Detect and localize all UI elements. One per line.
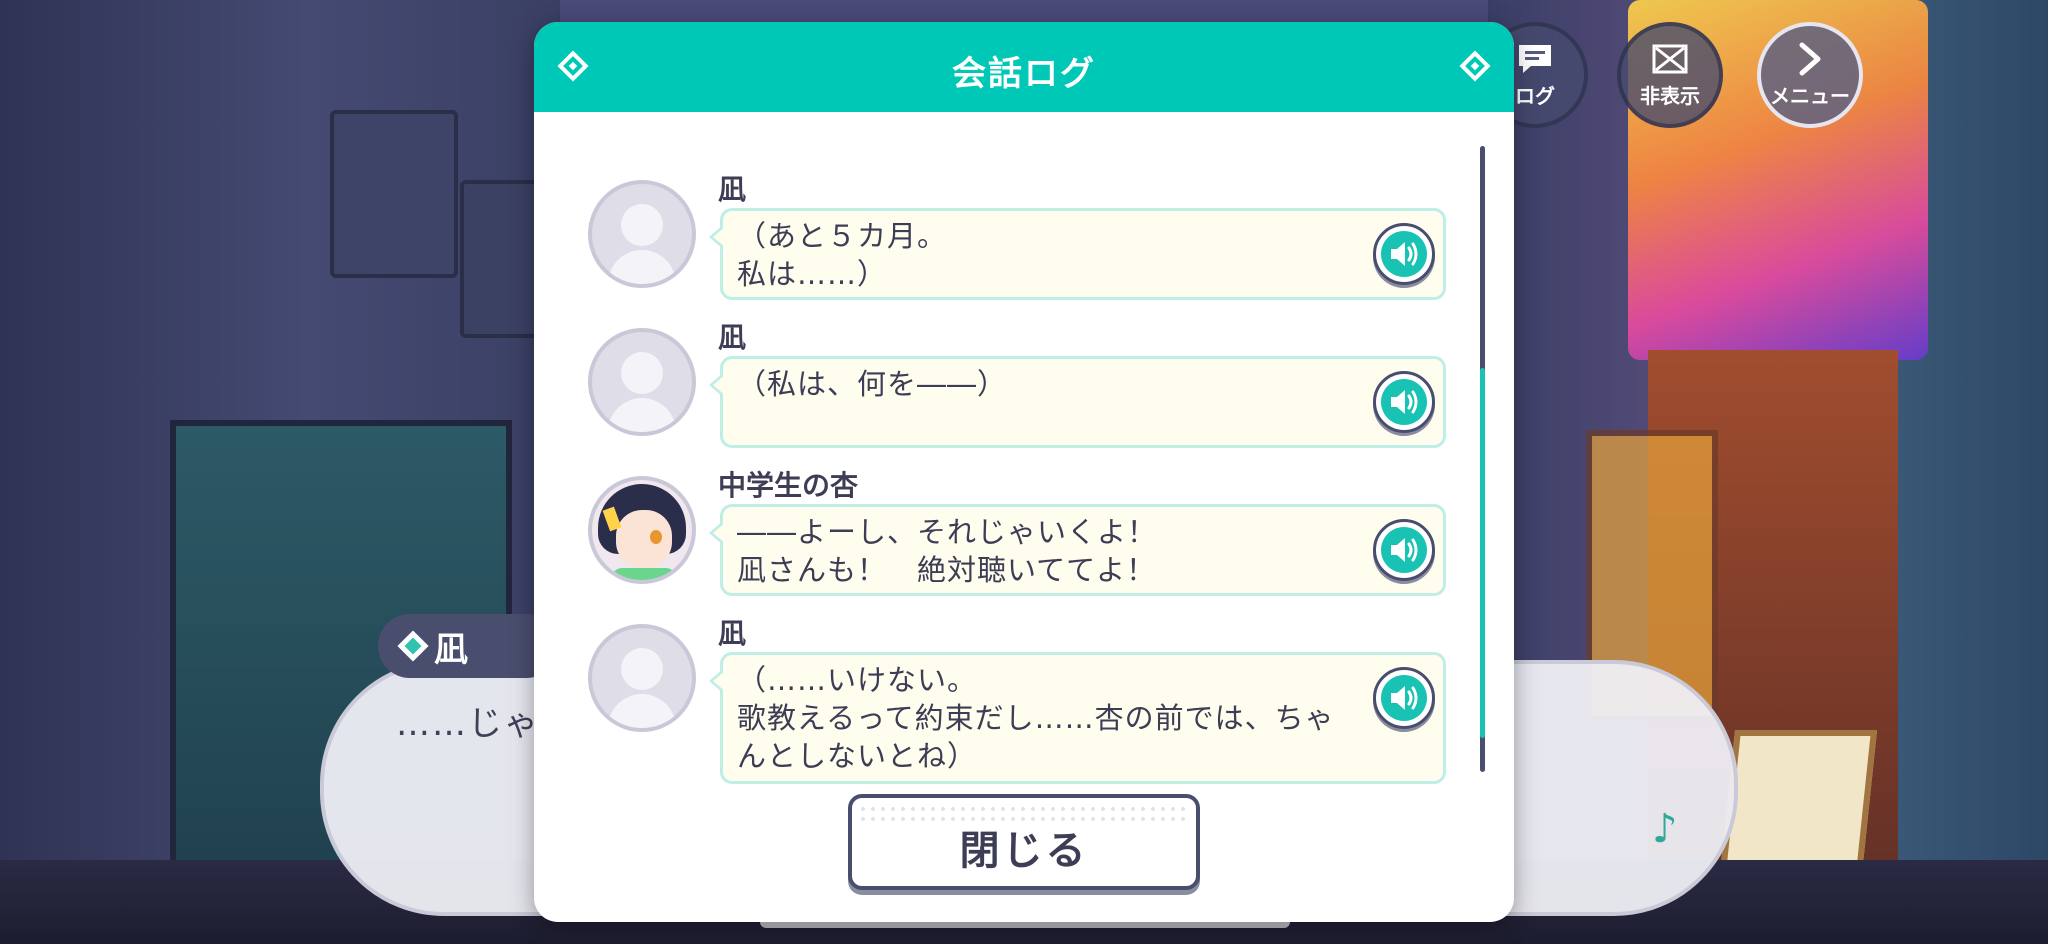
dialogue-text: ――よーし、それじゃいくよ！ 凪さんも！ 絶対聴いててよ！ [737, 515, 1158, 587]
scrollbar-thumb[interactable] [1480, 368, 1485, 738]
music-note-icon: ♪ [1652, 806, 1678, 852]
dialog-title: 会話ログ [952, 54, 1096, 94]
avatar-character-portrait [588, 476, 696, 584]
voice-play-button[interactable] [1373, 371, 1435, 433]
story-dialogue-text: ……じゃ [396, 704, 540, 744]
background-air-conditioner [330, 110, 458, 278]
log-entry: 凪 （……いけない。 歌教えるって約束だし……杏の前では、ちゃんとしないとね） [588, 617, 1448, 798]
conversation-log-dialog: 会話ログ 凪 （あと５カ月。 私は……） 凪 （私は、何を――） 中学生の杏 ―… [534, 22, 1514, 922]
close-button-label: 閉じる [959, 828, 1089, 874]
close-button[interactable]: 閉じる [848, 794, 1200, 890]
voice-play-button[interactable] [1373, 223, 1435, 285]
speech-bubble: （私は、何を――） [709, 356, 1446, 448]
menu-button-label: メニュー [1770, 84, 1850, 108]
speaker-name: 中学生の杏 [718, 469, 859, 502]
log-entry-list[interactable]: 凪 （あと５カ月。 私は……） 凪 （私は、何を――） 中学生の杏 ――よーし、… [534, 112, 1514, 802]
dialogue-text: （……いけない。 歌教えるって約束だし……杏の前では、ちゃんとしないとね） [737, 663, 1335, 773]
chat-bubble-icon [1519, 45, 1551, 73]
speaker-name: 凪 [718, 321, 747, 354]
avatar-placeholder [588, 328, 696, 436]
diamond-icon [397, 630, 429, 662]
avatar-placeholder [588, 180, 696, 288]
hide-button[interactable]: 非表示 [1617, 22, 1723, 128]
speaker-icon [1391, 538, 1418, 562]
speech-bubble: ――よーし、それじゃいくよ！ 凪さんも！ 絶対聴いててよ！ [709, 504, 1446, 596]
dialogue-text: （あと５カ月。 私は……） [737, 219, 948, 291]
speaker-icon [1391, 686, 1418, 710]
speaker-name: 凪 [718, 617, 747, 650]
dialog-header: 会話ログ [534, 22, 1514, 112]
log-entry: 凪 （私は、何を――） [588, 321, 1448, 462]
avatar-placeholder [588, 624, 696, 732]
speaker-name: 凪 [718, 173, 747, 206]
speech-bubble: （あと５カ月。 私は……） [709, 208, 1446, 300]
hide-icon [1652, 44, 1688, 74]
home-indicator[interactable] [760, 916, 1290, 928]
speaker-icon [1391, 242, 1418, 266]
speaker-icon [1391, 390, 1418, 414]
speech-bubble: （……いけない。 歌教えるって約束だし……杏の前では、ちゃんとしないとね） [709, 652, 1446, 784]
log-entry: 中学生の杏 ――よーし、それじゃいくよ！ 凪さんも！ 絶対聴いててよ！ [588, 469, 1448, 610]
story-speaker-tag: 凪 [378, 614, 558, 678]
chevron-right-icon [1799, 42, 1821, 76]
hide-button-label: 非表示 [1640, 84, 1700, 108]
voice-play-button[interactable] [1373, 667, 1435, 729]
voice-play-button[interactable] [1373, 519, 1435, 581]
story-speaker-name: 凪 [434, 629, 468, 670]
dialogue-text: （私は、何を――） [737, 367, 1008, 401]
menu-button[interactable]: メニュー [1757, 22, 1863, 128]
log-entry: 凪 （あと５カ月。 私は……） [588, 173, 1448, 314]
